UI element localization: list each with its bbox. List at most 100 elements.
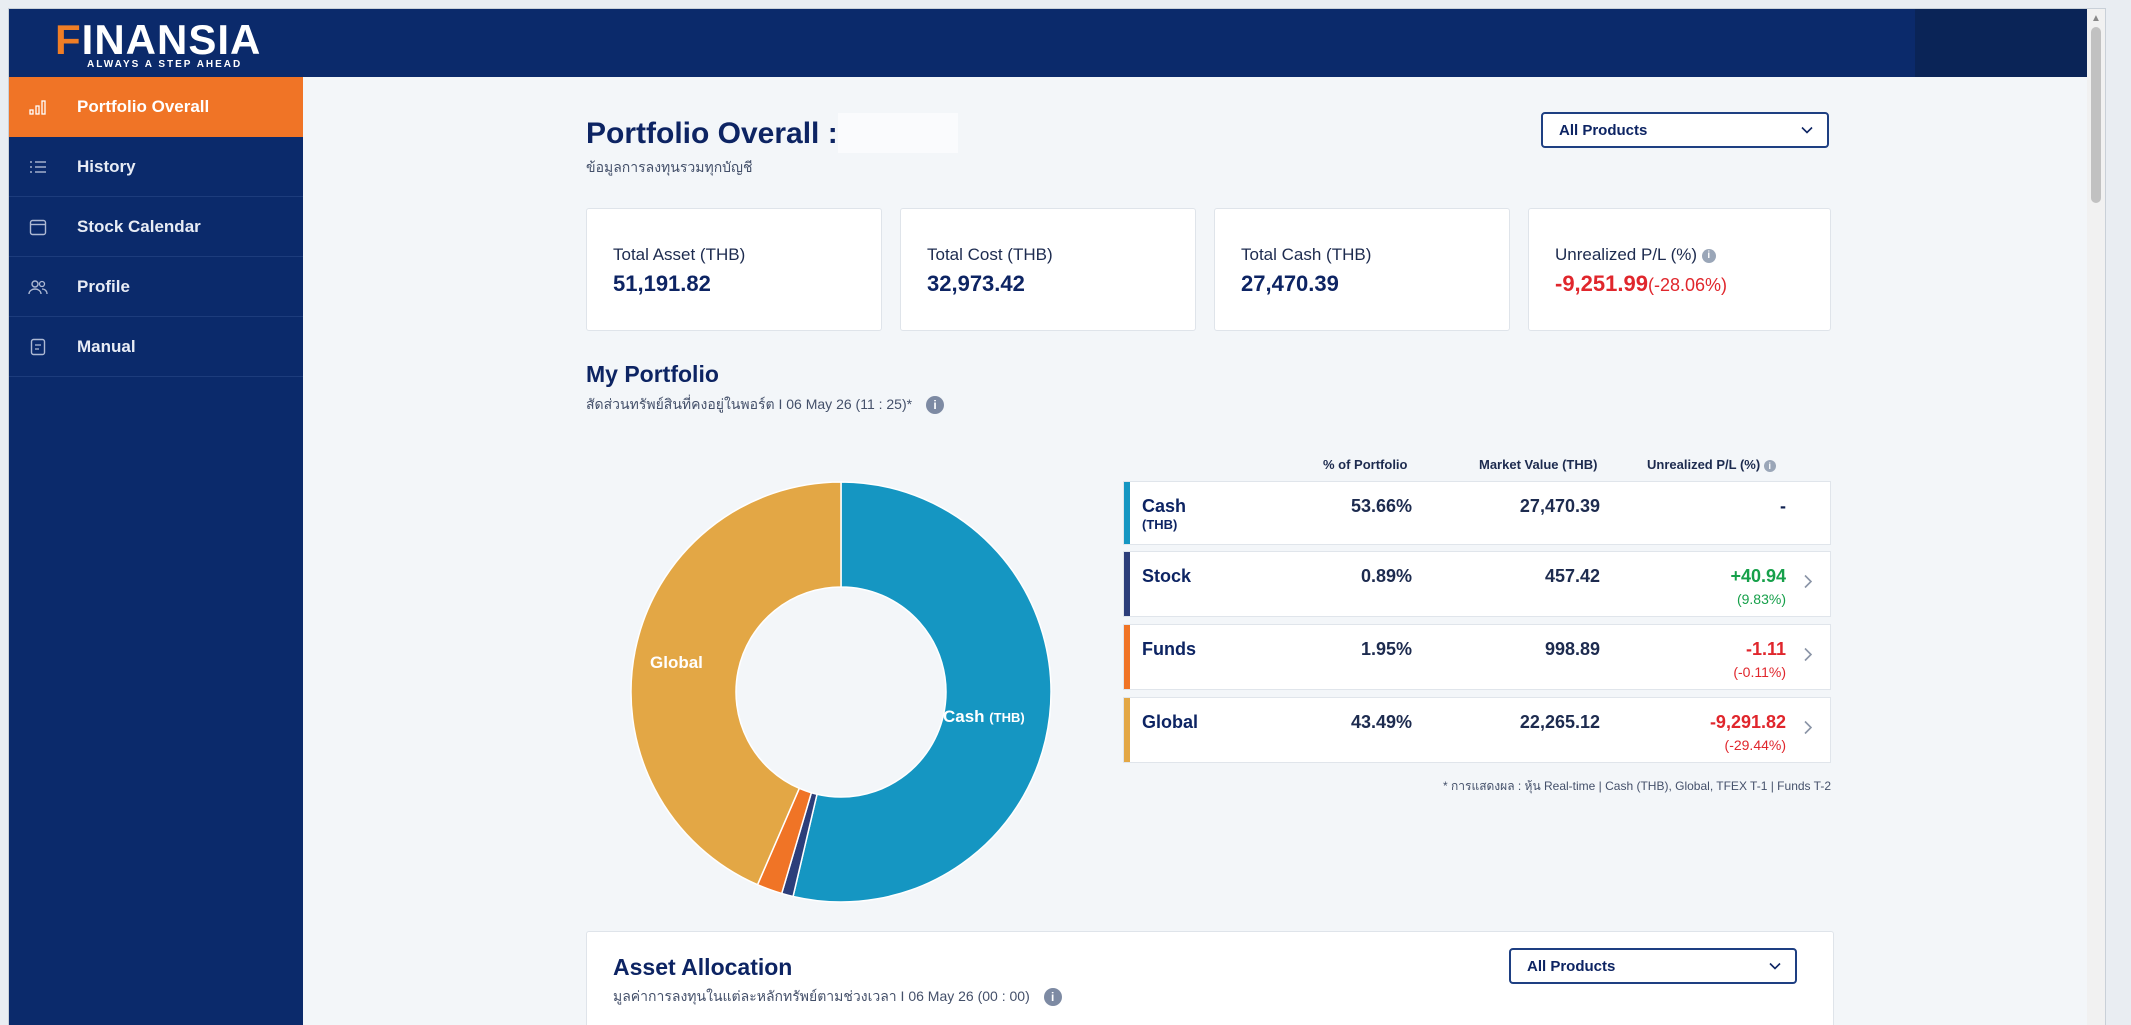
portfolio-donut-chart: Cash (THB) Global	[630, 481, 1052, 903]
chevron-right-icon[interactable]	[1804, 574, 1813, 594]
asset-allocation-filter-select[interactable]: All Products	[1509, 948, 1797, 984]
row-percent: 53.66%	[1350, 496, 1412, 516]
unrealized-pl-value: -9,251.99	[1555, 271, 1648, 296]
column-header-unrealized: Unrealized P/L (%) i	[1647, 457, 1776, 472]
total-asset-value: 51,191.82	[613, 271, 711, 296]
column-header-market-value: Market Value (THB)	[1479, 457, 1598, 472]
users-icon	[27, 276, 49, 298]
top-bar: FINANSIA ALWAYS A STEP AHEAD	[9, 9, 2105, 77]
row-unrealized-pl-percent: (-29.44%)	[1724, 737, 1786, 753]
chevron-right-icon[interactable]	[1804, 720, 1813, 740]
portfolio-row-global[interactable]: Global 43.49% 22,265.12 -9,291.82 (-29.44…	[1123, 697, 1831, 763]
document-icon	[27, 336, 49, 358]
row-unrealized-pl-percent: (-0.11%)	[1733, 664, 1786, 680]
top-bar-right-area	[1915, 9, 2105, 77]
chevron-right-icon[interactable]	[1804, 647, 1813, 667]
row-percent: 0.89%	[1360, 566, 1412, 586]
row-unrealized-pl-value: +40.94	[1730, 566, 1786, 586]
page-scrollbar[interactable]: ▲	[2087, 9, 2105, 1025]
row-unrealized-pl: -	[1780, 496, 1786, 516]
info-icon[interactable]: i	[1763, 459, 1776, 472]
row-percent: 1.95%	[1360, 639, 1412, 659]
my-portfolio-subtitle: สัดส่วนทรัพย์สินที่คงอยู่ในพอร์ต I 06 Ma…	[586, 394, 944, 416]
row-name: Funds	[1142, 639, 1196, 659]
total-cash-value: 27,470.39	[1241, 271, 1339, 296]
row-unrealized-pl-value: -9,291.82	[1709, 712, 1786, 732]
total-asset-label: Total Asset (THB)	[613, 245, 746, 264]
row-market-value: 27,470.39	[1519, 496, 1600, 516]
sidebar-item-stock-calendar[interactable]: Stock Calendar	[9, 197, 303, 257]
total-asset-card: Total Asset (THB) 51,191.82	[586, 208, 882, 331]
page-subtitle: ข้อมูลการลงทุนรวมทุกบัญชี	[586, 159, 753, 175]
row-name: Global	[1142, 712, 1199, 732]
account-name-redacted	[838, 113, 958, 153]
asset-allocation-card: Asset Allocation มูลค่าการลงทุนในแต่ละหล…	[586, 931, 1834, 1025]
sidebar-item-manual[interactable]: Manual	[9, 317, 303, 377]
row-unrealized-pl: +40.94 (9.83%)	[1730, 566, 1786, 607]
product-filter-value: All Products	[1559, 121, 1648, 139]
product-filter-select[interactable]: All Products	[1541, 112, 1829, 148]
row-unrealized-pl: -9,291.82 (-29.44%)	[1710, 712, 1786, 753]
scroll-up-arrow-icon[interactable]: ▲	[2091, 13, 2101, 24]
asset-allocation-subtitle: มูลค่าการลงทุนในแต่ละหลักทรัพย์ตามช่วงเว…	[613, 986, 1062, 1008]
total-cost-card: Total Cost (THB) 32,973.42	[900, 208, 1196, 331]
asset-allocation-filter-value: All Products	[1527, 957, 1616, 975]
column-header-unrealized-label: Unrealized P/L (%)	[1647, 457, 1761, 472]
column-header-percent: % of Portfolio	[1323, 457, 1408, 472]
app-window: FINANSIA ALWAYS A STEP AHEAD Portfolio O…	[9, 9, 2105, 1025]
portfolio-row-cash: Cash (THB) 53.66% 27,470.39 -	[1123, 481, 1831, 545]
row-color-bar	[1124, 625, 1130, 689]
finansia-logo[interactable]: FINANSIA ALWAYS A STEP AHEAD	[55, 16, 262, 71]
row-color-bar	[1124, 552, 1130, 616]
sidebar-item-label: History	[77, 156, 136, 176]
asset-allocation-title: Asset Allocation	[613, 954, 793, 980]
sidebar-item-label: Stock Calendar	[77, 216, 201, 236]
row-name: Cash	[1142, 496, 1187, 516]
info-icon[interactable]: i	[925, 396, 944, 415]
unrealized-pl-label: Unrealized P/L (%)	[1555, 245, 1698, 264]
row-percent: 43.49%	[1350, 712, 1412, 732]
chart-bars-icon	[27, 96, 49, 118]
portfolio-row-stock[interactable]: Stock 0.89% 457.42 +40.94 (9.83%)	[1123, 551, 1831, 617]
sidebar-item-label: Manual	[77, 336, 136, 356]
sidebar-item-portfolio-overall[interactable]: Portfolio Overall	[9, 77, 303, 137]
portfolio-footnote: * การแสดงผล : หุ้น Real-time | Cash (THB…	[1443, 779, 1831, 793]
row-name: Stock	[1142, 566, 1192, 586]
sidebar-item-label: Portfolio Overall	[77, 97, 210, 116]
row-market-value: 22,265.12	[1519, 712, 1600, 732]
asset-allocation-subtitle-text: มูลค่าการลงทุนในแต่ละหลักทรัพย์ตามช่วงเว…	[613, 988, 1030, 1004]
row-market-value: 998.89	[1544, 639, 1600, 659]
total-cash-label: Total Cash (THB)	[1241, 245, 1372, 264]
total-cash-card: Total Cash (THB) 27,470.39	[1214, 208, 1510, 331]
row-unrealized-pl: -1.11 (-0.11%)	[1733, 639, 1786, 680]
chevron-down-icon	[1769, 958, 1781, 975]
unrealized-pl-percent: (-28.06%)	[1647, 275, 1727, 295]
info-icon[interactable]: i	[1701, 248, 1716, 263]
page-title: Portfolio Overall :	[586, 117, 838, 150]
logo-wordmark: INANSIA	[81, 16, 262, 63]
row-color-bar	[1124, 698, 1130, 762]
list-icon	[27, 156, 49, 178]
donut-label-global: Global	[650, 653, 703, 672]
total-cost-value: 32,973.42	[927, 271, 1025, 296]
row-name-sub: (THB)	[1142, 517, 1178, 532]
total-cost-label: Total Cost (THB)	[927, 245, 1053, 264]
row-unrealized-pl-value: -1.11	[1745, 639, 1786, 659]
sidebar-item-profile[interactable]: Profile	[9, 257, 303, 317]
logo-tagline: ALWAYS A STEP AHEAD	[87, 59, 243, 70]
sidebar-item-label: Profile	[77, 276, 130, 296]
my-portfolio-title: My Portfolio	[586, 361, 719, 387]
scrollbar-thumb[interactable]	[2091, 27, 2101, 203]
calendar-icon	[27, 216, 49, 238]
portfolio-row-funds[interactable]: Funds 1.95% 998.89 -1.11 (-0.11%)	[1123, 624, 1831, 690]
logo-mark-f: F	[55, 16, 82, 63]
row-color-bar	[1124, 482, 1130, 544]
sidebar-item-history[interactable]: History	[9, 137, 303, 197]
donut-label-cash: Cash (THB)	[943, 707, 1025, 726]
info-icon[interactable]: i	[1043, 988, 1062, 1007]
sidebar: Portfolio Overall History Stock Calendar…	[9, 77, 303, 1025]
my-portfolio-subtitle-text: สัดส่วนทรัพย์สินที่คงอยู่ในพอร์ต I 06 Ma…	[586, 396, 913, 412]
chevron-down-icon	[1801, 122, 1813, 139]
main-content: Portfolio Overall : ข้อมูลการลงทุนรวมทุก…	[303, 77, 2087, 1025]
row-market-value: 457.42	[1544, 566, 1600, 586]
